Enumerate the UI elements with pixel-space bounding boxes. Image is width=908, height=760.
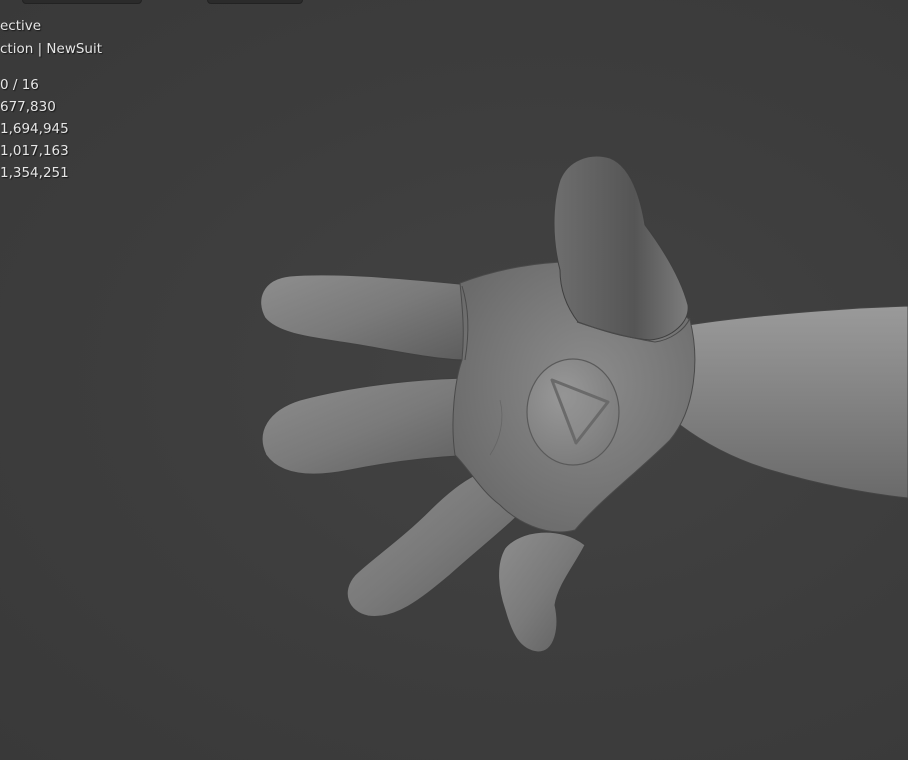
finger-index xyxy=(260,274,471,361)
thumb xyxy=(553,155,689,341)
hand-model[interactable] xyxy=(0,0,908,760)
finger-pinky xyxy=(498,531,586,653)
palm-emblem xyxy=(526,358,620,466)
3d-viewport[interactable]: ective ction | NewSuit 0 / 16 677,830 1,… xyxy=(0,0,908,760)
forearm xyxy=(659,305,908,499)
